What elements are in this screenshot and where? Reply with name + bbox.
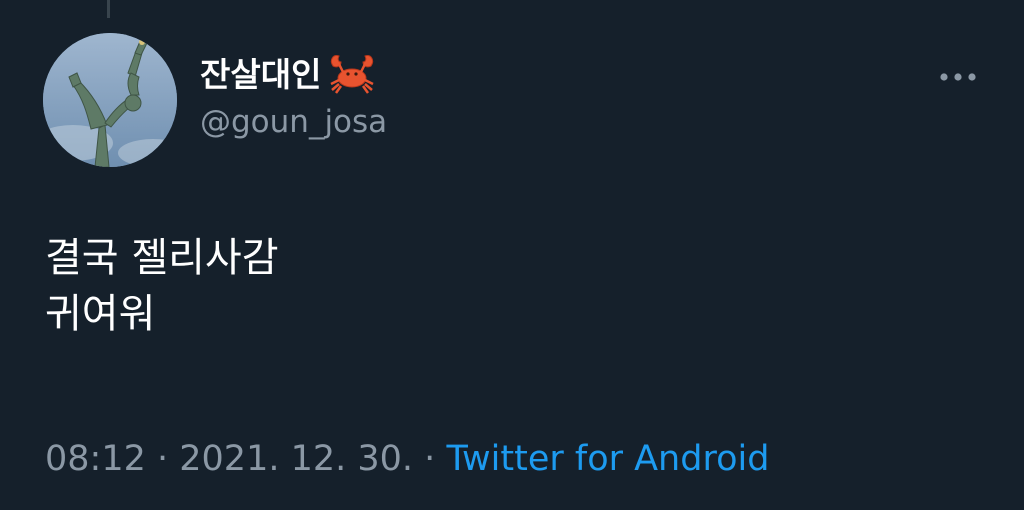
avatar[interactable] <box>43 33 177 167</box>
tweet-text-line: 결국 젤리사감 <box>45 235 279 281</box>
thread-connector-line <box>107 0 110 18</box>
tweet-metadata: 08:12 · 2021. 12. 30. · Twitter for Andr… <box>45 437 769 481</box>
author-display-name[interactable]: 잔살대인 <box>200 52 377 96</box>
tweet-time[interactable]: 08:12 <box>45 439 146 479</box>
meta-separator: · <box>145 439 180 479</box>
avatar-statue-image <box>43 33 177 167</box>
tweet-text-line: 귀여워 <box>45 291 156 337</box>
meta-separator: · <box>413 439 447 479</box>
tweet-text: 결국 젤리사감 귀여워 <box>45 230 945 342</box>
more-horizontal-icon <box>940 73 976 81</box>
tweet-source-link[interactable]: Twitter for Android <box>446 439 769 479</box>
author-handle[interactable]: @goun_josa <box>200 107 387 138</box>
author-name-text: 잔살대인 <box>200 54 322 94</box>
crab-icon <box>327 52 377 96</box>
tweet-date[interactable]: 2021. 12. 30. <box>179 439 413 479</box>
more-options-button[interactable] <box>936 64 980 90</box>
